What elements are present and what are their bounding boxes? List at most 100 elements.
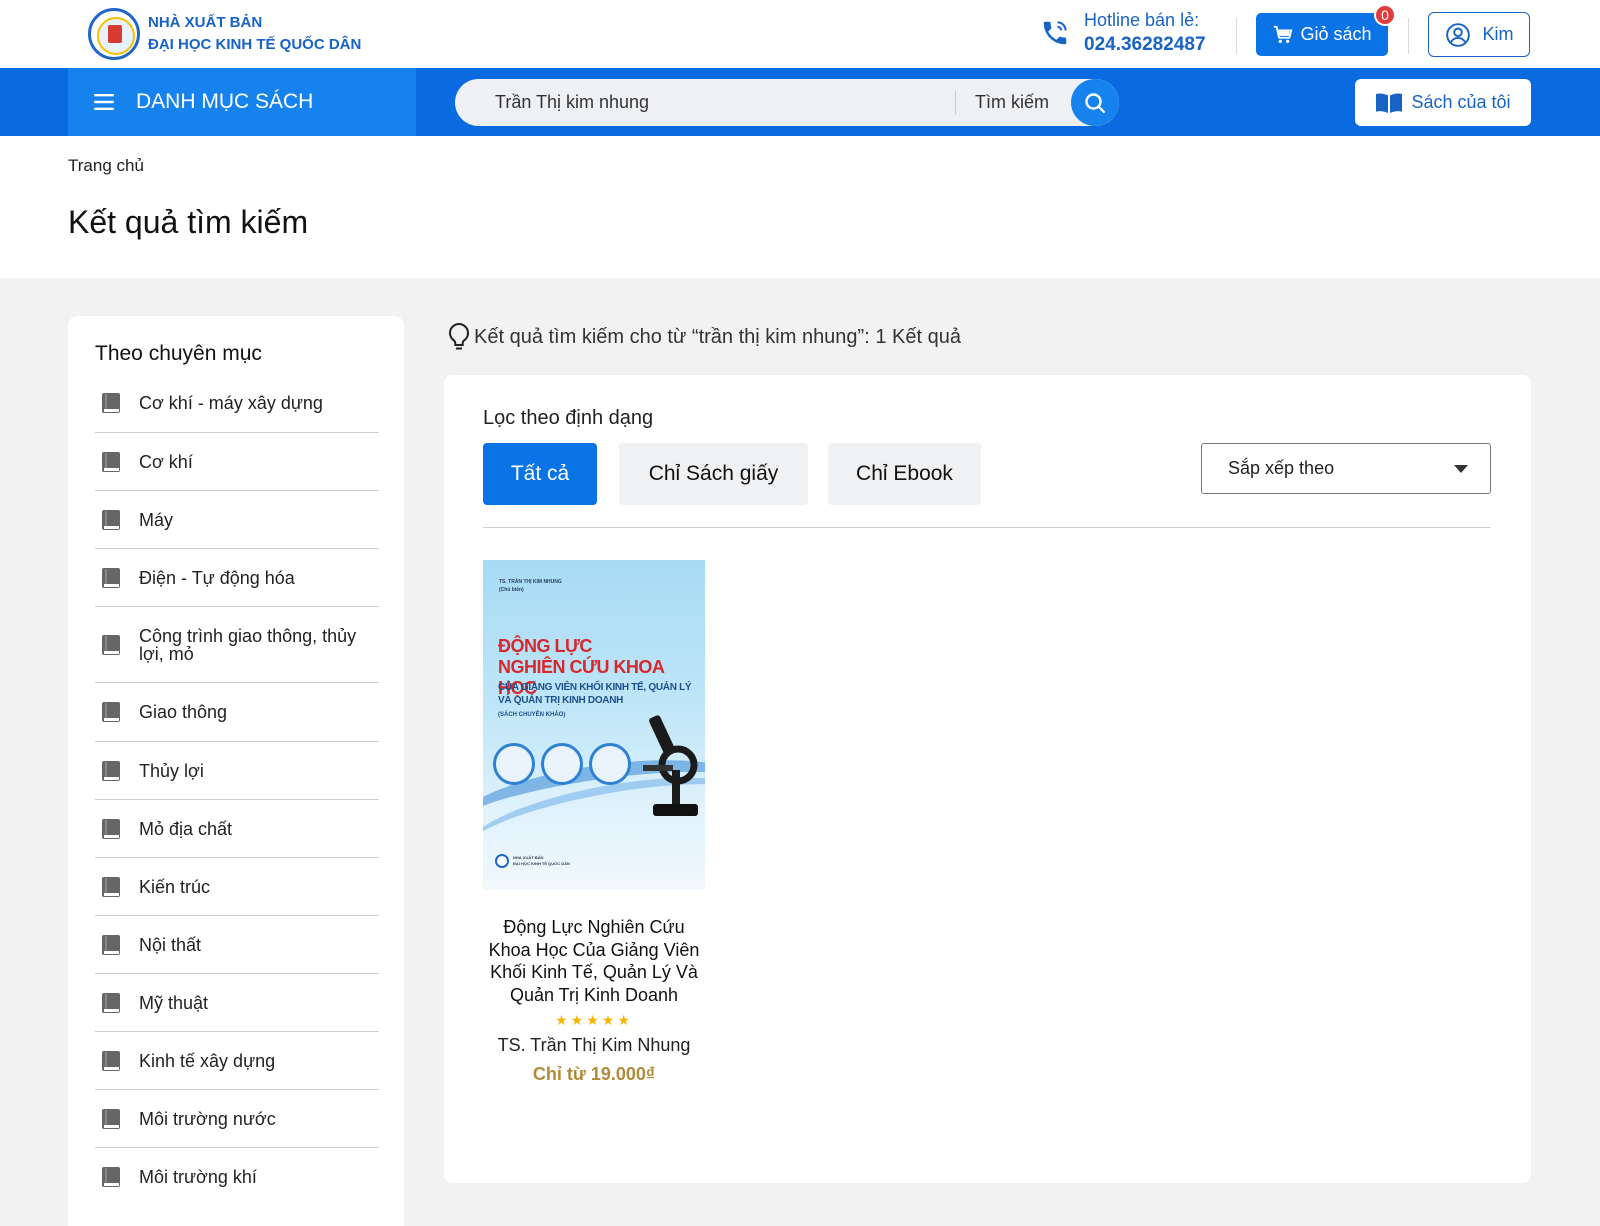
sidebar-item-cong-trinh-giao-thong[interactable]: Công trình giao thông, thủy lợi, mỏ [95, 607, 379, 683]
cover-subtitle-line2: VÀ QUẢN TRỊ KINH DOANH [498, 695, 624, 706]
sidebar-item-label: Mỹ thuật [139, 992, 209, 1013]
sidebar-item-thuy-loi[interactable]: Thủy lợi [95, 742, 379, 800]
star-icon: ★ [617, 1012, 633, 1028]
filter-all-button[interactable]: Tất cả [483, 443, 597, 505]
cover-publisher-logo [495, 854, 509, 868]
sidebar-item-may[interactable]: Máy [95, 491, 379, 549]
search-button[interactable] [1071, 79, 1119, 126]
publisher-line1: NHÀ XUẤT BẢN [148, 14, 263, 31]
my-books-button[interactable]: Sách của tôi [1355, 79, 1531, 126]
sidebar-item-my-thuat[interactable]: Mỹ thuật [95, 974, 379, 1032]
book-icon [102, 760, 120, 781]
hamburger-icon [94, 94, 114, 110]
product-card[interactable]: TS. TRẦN THỊ KIM NHUNG (Chủ biên) ĐỘNG L… [483, 560, 705, 1085]
category-sidebar: Theo chuyên mục Cơ khí - máy xây dựng Cơ… [68, 316, 404, 1226]
sidebar-item-co-khi-may-xay-dung[interactable]: Cơ khí - máy xây dựng [95, 374, 379, 433]
sidebar-item-noi-that[interactable]: Nội thất [95, 916, 379, 974]
cart-icon [1274, 25, 1293, 43]
microscope-icon [643, 715, 698, 816]
sidebar-title: Theo chuyên mục [95, 342, 262, 365]
my-books-label: Sách của tôi [1411, 92, 1511, 112]
cart-label: Giỏ sách [1300, 24, 1372, 44]
book-icon [102, 567, 120, 588]
sort-dropdown[interactable]: Sắp xếp theo [1201, 443, 1491, 494]
sidebar-item-giao-thong[interactable]: Giao thông [95, 683, 379, 742]
sidebar-item-label: Thủy lợi [139, 760, 204, 781]
product-title[interactable]: Động Lực Nghiên Cứu Khoa Học Của Giảng V… [483, 916, 705, 1006]
header-divider [1408, 18, 1409, 54]
sidebar-item-label: Cơ khí [139, 451, 193, 472]
sidebar-item-label: Môi trường nước [139, 1108, 276, 1129]
top-header: NHÀ XUẤT BẢN ĐẠI HỌC KINH TẾ QUỐC DÂN Ho… [0, 0, 1600, 68]
cover-author: TS. TRẦN THỊ KIM NHUNG (Chủ biên) [499, 578, 562, 594]
book-icon [102, 393, 120, 413]
sidebar-item-label: Môi trường khí [139, 1167, 257, 1187]
sidebar-item-label: Công trình giao thông, thủy lợi, mỏ [139, 625, 357, 664]
category-menu-label: DANH MỤC SÁCH [136, 90, 314, 113]
book-cover[interactable]: TS. TRẦN THỊ KIM NHUNG (Chủ biên) ĐỘNG L… [483, 560, 705, 890]
sidebar-item-kinh-te-xay-dung[interactable]: Kinh tế xây dựng [95, 1032, 379, 1090]
search-type-label[interactable]: Tìm kiếm [975, 92, 1049, 113]
sidebar-item-label: Cơ khí - máy xây dựng [139, 393, 323, 413]
sidebar-item-label: Kiến trúc [139, 876, 211, 897]
hotline-label: Hotline bán lẻ: [1084, 10, 1200, 30]
category-menu-button[interactable]: DANH MỤC SÁCH [68, 68, 416, 136]
lightbulb-icon [448, 322, 470, 350]
filter-title: Lọc theo định dạng [483, 407, 654, 429]
sidebar-item-mo-dia-chat[interactable]: Mỏ địa chất [95, 800, 379, 858]
search-input[interactable] [495, 79, 955, 126]
sidebar-item-label: Nội thất [139, 934, 202, 955]
page-title: Kết quả tìm kiếm [68, 204, 309, 240]
star-icon: ★ [601, 1012, 618, 1028]
header-divider [1236, 18, 1237, 54]
cart-count-badge: 0 [1374, 4, 1396, 26]
star-icon: ★ [586, 1012, 602, 1028]
book-icon [102, 451, 120, 472]
star-icon: ★ [570, 1012, 587, 1028]
search-icon [1085, 92, 1105, 113]
sidebar-item-label: Giao thông [139, 702, 228, 722]
cover-illustration [493, 743, 535, 785]
cover-author-name: TS. TRẦN THỊ KIM NHUNG [499, 579, 562, 585]
sidebar-item-kien-truc[interactable]: Kiến trúc [95, 858, 379, 916]
open-book-icon [1376, 92, 1403, 113]
publisher-seal-icon [88, 8, 140, 60]
product-author: TS. Trần Thị Kim Nhung [497, 1035, 691, 1055]
user-icon [1445, 22, 1470, 47]
cover-illustration [589, 743, 631, 785]
hotline[interactable]: Hotline bán lẻ: 024.36282487 [1040, 8, 1206, 58]
sidebar-item-label: Điện - Tự động hóa [139, 567, 295, 588]
cover-author-role: (Chủ biên) [499, 587, 524, 593]
phone-icon [1043, 21, 1067, 45]
breadcrumb-home[interactable]: Trang chủ [68, 156, 144, 176]
category-list: Cơ khí - máy xây dựng Cơ khí Máy Điện - … [95, 374, 379, 1206]
cover-illustration [541, 743, 583, 785]
hotline-number[interactable]: 024.36282487 [1084, 32, 1206, 58]
cart-button[interactable]: Giỏ sách [1256, 13, 1388, 56]
user-name: Kim [1482, 24, 1514, 44]
sidebar-item-dien-tu-dong-hoa[interactable]: Điện - Tự động hóa [95, 549, 379, 607]
results-panel: Lọc theo định dạng Tất cả Chỉ Sách giấy … [444, 375, 1531, 1183]
sidebar-item-moi-truong-khi[interactable]: Môi trường khí [95, 1148, 379, 1206]
book-icon [102, 818, 120, 839]
search-divider [955, 91, 956, 115]
search-bar: Tìm kiếm [455, 79, 1119, 126]
publisher-logo[interactable]: NHÀ XUẤT BẢN ĐẠI HỌC KINH TẾ QUỐC DÂN [88, 8, 361, 60]
publisher-line2: ĐẠI HỌC KINH TẾ QUỐC DÂN [148, 36, 362, 53]
book-icon [102, 1050, 120, 1071]
filter-paper-button[interactable]: Chỉ Sách giấy [619, 443, 808, 505]
cover-subtitle-line1: CỦA GIẢNG VIÊN KHỐI KINH TẾ, QUẢN LÝ [498, 682, 692, 693]
user-account-button[interactable]: Kim [1428, 12, 1530, 57]
star-icon: ★ [555, 1012, 571, 1028]
product-price: Chỉ từ 19.000₫ [532, 1064, 656, 1084]
sidebar-item-moi-truong-nuoc[interactable]: Môi trường nước [95, 1090, 379, 1148]
book-icon [102, 934, 120, 955]
book-icon [102, 1167, 120, 1187]
sort-label: Sắp xếp theo [1228, 458, 1335, 478]
sidebar-item-co-khi[interactable]: Cơ khí [95, 433, 379, 491]
book-icon [102, 702, 120, 722]
panel-divider [483, 527, 1491, 528]
filter-ebook-button[interactable]: Chỉ Ebook [828, 443, 981, 505]
book-icon [102, 509, 120, 530]
page-header: Trang chủ Kết quả tìm kiếm [0, 136, 1600, 278]
